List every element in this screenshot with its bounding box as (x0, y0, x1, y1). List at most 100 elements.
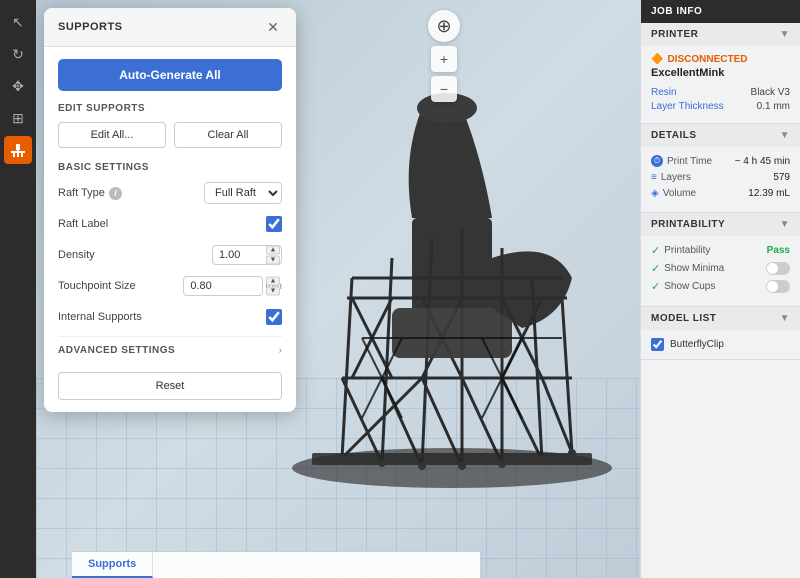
panel-title: SUPPORTS (58, 21, 123, 33)
job-info-title: JOB INFO (641, 0, 800, 23)
basic-settings-title: BASIC SETTINGS (58, 162, 282, 173)
close-panel-button[interactable]: ✕ (264, 18, 282, 36)
model-list-header: MODEL LIST ▼ (641, 307, 800, 330)
edit-buttons-row: Edit All... Clear All (58, 122, 282, 148)
model-name: ButterflyClip (670, 339, 724, 350)
show-cups-label-wrap: ✓ Show Cups (651, 280, 715, 293)
raft-type-select[interactable]: Full Raft Mini Raft No Raft (204, 182, 282, 204)
printability-label: Printability (664, 245, 710, 256)
show-cups-icon: ✓ (651, 280, 660, 293)
clear-all-button[interactable]: Clear All (174, 122, 282, 148)
zoom-in-button[interactable]: + (431, 46, 457, 72)
raft-type-info-icon[interactable]: i (109, 187, 122, 200)
details-content: ⏱ Print Time ~ 4 h 45 min ≡ Layers 579 ◈… (641, 147, 800, 212)
grid-tool-icon[interactable]: ⊞ (4, 104, 32, 132)
printability-label-wrap: ✓ Printability (651, 244, 710, 257)
advanced-settings-row[interactable]: ADVANCED SETTINGS › (58, 336, 282, 364)
internal-supports-checkbox[interactable] (266, 309, 282, 325)
move-tool-icon[interactable]: ✥ (4, 72, 32, 100)
volume-label: Volume (663, 188, 696, 199)
printability-chevron-icon: ▼ (780, 219, 790, 230)
printer-chevron-icon: ▼ (780, 29, 790, 40)
raft-label-checkbox[interactable] (266, 216, 282, 232)
supports-tool-icon[interactable] (4, 136, 32, 164)
volume-icon: ◈ (651, 188, 659, 199)
resin-value: Black V3 (751, 87, 790, 98)
printer-section-title: PRINTER (651, 29, 698, 40)
printability-row: ✓ Printability Pass (651, 244, 790, 257)
advanced-settings-label: ADVANCED SETTINGS (58, 345, 175, 356)
print-time-label-wrap: ⏱ Print Time (651, 155, 712, 167)
model-list-content: ButterflyClip (641, 330, 800, 359)
model-list-item: ButterflyClip (651, 338, 790, 351)
print-time-row: ⏱ Print Time ~ 4 h 45 min (651, 155, 790, 167)
edit-all-button[interactable]: Edit All... (58, 122, 166, 148)
touchpoint-down-button[interactable]: ▼ (266, 287, 280, 296)
rotate-tool-icon[interactable]: ↻ (4, 40, 32, 68)
supports-panel: SUPPORTS ✕ Auto-Generate All EDIT SUPPOR… (44, 8, 296, 412)
internal-supports-label: Internal Supports (58, 311, 142, 323)
details-section: DETAILS ▼ ⏱ Print Time ~ 4 h 45 min ≡ La… (641, 124, 800, 213)
layer-thickness-label: Layer Thickness (651, 101, 724, 112)
details-section-header: DETAILS ▼ (641, 124, 800, 147)
right-panel: JOB INFO PRINTER ▼ 🔶 DISCONNECTED Excell… (640, 0, 800, 578)
cursor-tool-icon[interactable]: ↖ (4, 8, 32, 36)
layer-thickness-row: Layer Thickness 0.1 mm (651, 101, 790, 112)
left-toolbar: ↖ ↻ ✥ ⊞ (0, 0, 36, 578)
show-minima-label: Show Minima (664, 263, 724, 274)
print-time-value: ~ 4 h 45 min (735, 156, 790, 167)
density-spinners: ▲ ▼ (266, 246, 280, 265)
density-label: Density (58, 249, 95, 261)
zoom-out-button[interactable]: − (431, 76, 457, 102)
model-list-section: MODEL LIST ▼ ButterflyClip (641, 307, 800, 360)
model-list-title: MODEL LIST (651, 313, 716, 324)
printer-section-header: PRINTER ▼ (641, 23, 800, 46)
layer-thickness-value: 0.1 mm (757, 101, 790, 112)
show-minima-row: ✓ Show Minima (651, 262, 790, 275)
print-time-label: Print Time (667, 156, 712, 167)
printability-content: ✓ Printability Pass ✓ Show Minima ✓ Show… (641, 236, 800, 306)
touchpoint-input[interactable] (183, 276, 263, 296)
show-minima-label-wrap: ✓ Show Minima (651, 262, 724, 275)
supports-tab[interactable]: Supports (72, 552, 153, 578)
show-cups-toggle[interactable] (766, 280, 790, 293)
printer-section: PRINTER ▼ 🔶 DISCONNECTED ExcellentMink R… (641, 23, 800, 124)
raft-label-label: Raft Label (58, 218, 108, 230)
touchpoint-input-wrap: ▲ ▼ mm (183, 276, 282, 296)
3d-viewport[interactable]: ⊕ + − SUPPORTS ✕ Auto-Generate All EDIT … (36, 0, 640, 578)
printability-section: PRINTABILITY ▼ ✓ Printability Pass ✓ Sho… (641, 213, 800, 307)
show-cups-label: Show Cups (664, 281, 715, 292)
printer-name: ExcellentMink (651, 67, 790, 79)
touchpoint-up-button[interactable]: ▲ (266, 277, 280, 286)
disconnected-badge: 🔶 DISCONNECTED (651, 54, 790, 65)
raft-label-row: Raft Label (58, 212, 282, 236)
details-chevron-icon: ▼ (780, 130, 790, 141)
density-row: Density ▲ ▼ (58, 243, 282, 267)
advanced-chevron-icon: › (279, 345, 282, 356)
touchpoint-row: Touchpoint Size ▲ ▼ mm (58, 274, 282, 298)
reset-button[interactable]: Reset (58, 372, 282, 400)
volume-row: ◈ Volume 12.39 mL (651, 188, 790, 199)
raft-type-control: Full Raft Mini Raft No Raft (204, 182, 282, 204)
layers-value: 579 (773, 172, 790, 183)
printability-check-icon: ✓ (651, 244, 660, 257)
panel-body: Auto-Generate All EDIT SUPPORTS Edit All… (44, 47, 296, 412)
resin-label: Resin (651, 87, 677, 98)
density-down-button[interactable]: ▼ (266, 256, 280, 265)
printability-value: Pass (767, 245, 790, 256)
raft-type-label: Raft Type i (58, 187, 122, 200)
main-viewport-area: ⊕ + − SUPPORTS ✕ Auto-Generate All EDIT … (36, 0, 640, 578)
edit-supports-title: EDIT SUPPORTS (58, 103, 282, 114)
volume-label-wrap: ◈ Volume (651, 188, 696, 199)
panel-header: SUPPORTS ✕ (44, 8, 296, 47)
printability-section-header: PRINTABILITY ▼ (641, 213, 800, 236)
3d-model (262, 78, 640, 498)
resin-row: Resin Black V3 (651, 87, 790, 98)
print-time-icon: ⏱ (651, 155, 663, 167)
orbit-control[interactable]: ⊕ (428, 10, 460, 42)
auto-generate-button[interactable]: Auto-Generate All (58, 59, 282, 91)
show-minima-toggle[interactable] (766, 262, 790, 275)
printability-title: PRINTABILITY (651, 219, 725, 230)
model-checkbox[interactable] (651, 338, 664, 351)
density-up-button[interactable]: ▲ (266, 246, 280, 255)
